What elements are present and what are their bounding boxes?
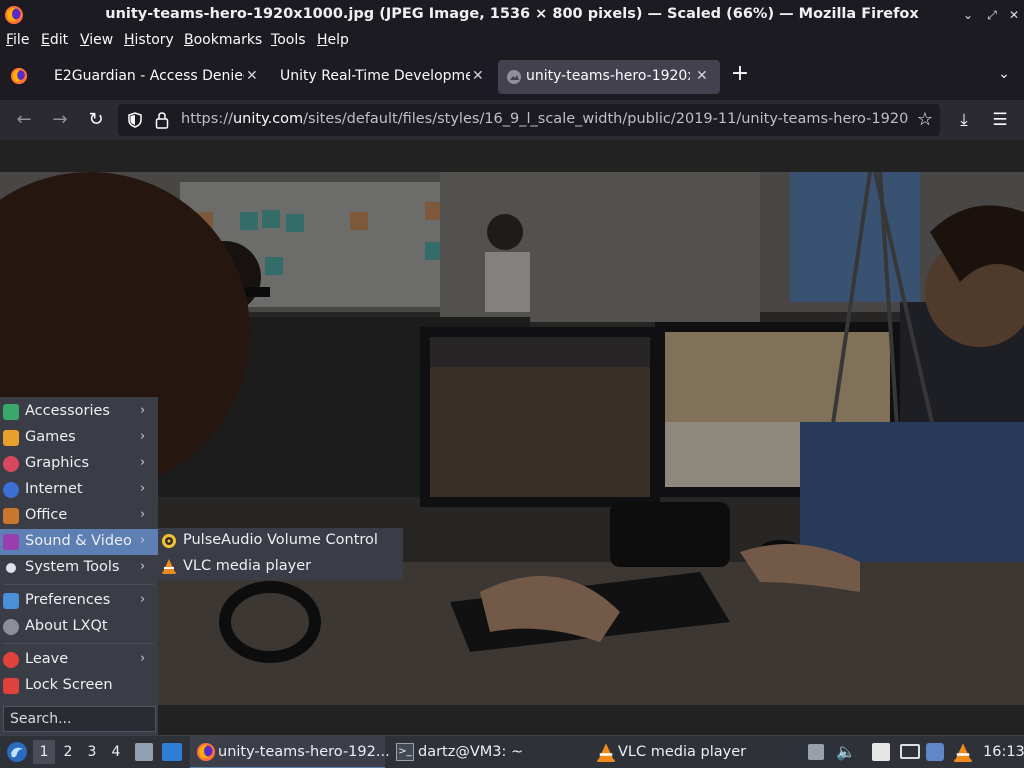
preferences-icon <box>3 593 19 609</box>
menu-item-accessories[interactable]: Accessories › <box>0 399 158 425</box>
menu-item-system-tools[interactable]: System Tools › <box>0 555 158 581</box>
system-tools-icon <box>6 563 16 573</box>
menu-search-box[interactable] <box>3 706 156 732</box>
internet-icon <box>3 482 19 498</box>
desktop-1-button[interactable]: 1 <box>33 740 55 764</box>
graphics-icon <box>3 456 19 472</box>
menu-item-about-lxqt[interactable]: About LXQt <box>0 614 158 640</box>
menu-help[interactable]: Help <box>317 32 349 48</box>
window-titlebar: unity-teams-hero-1920x1000.jpg (JPEG Ima… <box>0 0 1024 30</box>
menu-tools[interactable]: Tools <box>271 32 306 48</box>
vlc-icon <box>162 559 176 574</box>
chevron-right-icon: › <box>140 592 146 607</box>
firefox-view-icon[interactable] <box>10 67 28 85</box>
tab-e2guardian[interactable]: E2Guardian - Access Denied ✕ <box>44 60 266 94</box>
accessories-icon <box>3 404 19 420</box>
clipboard-icon[interactable] <box>872 743 890 761</box>
menu-item-games[interactable]: Games › <box>0 425 158 451</box>
close-icon[interactable]: ✕ <box>1006 7 1022 23</box>
tab-unity-platform[interactable]: Unity Real-Time Development Platform ✕ <box>268 60 494 94</box>
menu-item-pulseaudio[interactable]: PulseAudio Volume Control <box>158 528 403 554</box>
firefox-icon <box>197 743 215 761</box>
menu-search-input[interactable] <box>10 710 150 728</box>
office-icon <box>3 508 19 524</box>
display-icon[interactable] <box>900 744 920 759</box>
task-terminal[interactable]: >_ dartz@VM3: ~ <box>390 736 585 768</box>
about-icon <box>3 619 19 635</box>
window-title: unity-teams-hero-1920x1000.jpg (JPEG Ima… <box>105 6 919 22</box>
back-arrow-icon[interactable]: ← <box>12 108 36 132</box>
task-firefox[interactable]: unity-teams-hero-192... <box>190 736 390 768</box>
pulseaudio-icon <box>162 534 176 548</box>
chevron-right-icon: › <box>140 455 146 470</box>
games-icon <box>3 430 19 446</box>
chevron-right-icon: › <box>140 533 146 548</box>
keyboard-layout-icon[interactable] <box>808 744 824 760</box>
application-menu: Accessories › Games › Graphics › Interne… <box>0 397 158 735</box>
tab-close-icon[interactable]: ✕ <box>472 68 484 84</box>
volume-icon[interactable]: 🔈 <box>836 742 856 762</box>
lock-icon[interactable] <box>154 111 170 129</box>
chevron-right-icon: › <box>140 481 146 496</box>
image-icon <box>507 70 521 84</box>
menu-bookmarks[interactable]: Bookmarks <box>184 32 262 48</box>
leave-icon <box>3 652 19 668</box>
vlc-tray-icon[interactable] <box>953 742 973 762</box>
desktop-2-button[interactable]: 2 <box>57 740 79 764</box>
menu-item-leave[interactable]: Leave › <box>0 647 158 673</box>
file-manager-icon[interactable] <box>135 743 153 761</box>
chevron-right-icon: › <box>140 651 146 666</box>
minimize-icon[interactable]: ⌄ <box>960 7 976 23</box>
tab-close-icon[interactable]: ✕ <box>696 68 708 84</box>
bookmark-star-icon[interactable]: ☆ <box>913 108 937 132</box>
forward-arrow-icon[interactable]: → <box>48 108 72 132</box>
menu-view[interactable]: View <box>80 32 113 48</box>
chevron-right-icon: › <box>140 559 146 574</box>
desktop-3-button[interactable]: 3 <box>81 740 103 764</box>
new-tab-plus-icon[interactable]: + <box>728 62 752 86</box>
navigation-bar: ← → ↻ https://unity.com/sites/default/fi… <box>0 100 1024 140</box>
desktop-4-button[interactable]: 4 <box>105 740 127 764</box>
lxqt-start-icon[interactable] <box>6 741 28 763</box>
chevron-right-icon: › <box>140 429 146 444</box>
menu-item-internet[interactable]: Internet › <box>0 477 158 503</box>
menu-bar: File Edit View History Bookmarks Tools H… <box>0 30 1024 52</box>
chevron-right-icon: › <box>140 403 146 418</box>
tab-close-icon[interactable]: ✕ <box>246 68 258 84</box>
menu-edit[interactable]: Edit <box>41 32 68 48</box>
taskbar: 1 2 3 4 unity-teams-hero-192... >_ dartz… <box>0 735 1024 768</box>
menu-item-preferences[interactable]: Preferences › <box>0 588 158 614</box>
lock-screen-icon <box>3 678 19 694</box>
maximize-icon[interactable]: ⤢ <box>984 7 1000 23</box>
menu-item-vlc[interactable]: VLC media player <box>158 554 403 580</box>
tab-strip: E2Guardian - Access Denied ✕ Unity Real-… <box>0 56 1024 98</box>
menu-item-office[interactable]: Office › <box>0 503 158 529</box>
downloads-icon[interactable]: ⤓ <box>952 108 976 132</box>
notification-icon[interactable] <box>926 743 944 761</box>
tab-unity-teams-hero[interactable]: unity-teams-hero-1920x1000.jpg ✕ <box>498 60 720 94</box>
menu-separator <box>4 643 154 644</box>
tracking-shield-icon[interactable] <box>127 112 143 128</box>
menu-item-lock-screen[interactable]: Lock Screen <box>0 673 158 699</box>
task-vlc[interactable]: VLC media player <box>590 736 790 768</box>
chevron-right-icon: › <box>140 507 146 522</box>
menu-history[interactable]: History <box>124 32 174 48</box>
url-text[interactable]: https://unity.com/sites/default/files/st… <box>181 111 909 127</box>
sound-video-icon <box>3 534 19 550</box>
list-tabs-chevron-icon[interactable]: ⌄ <box>992 62 1016 86</box>
clock[interactable]: 16:13 <box>983 744 1024 760</box>
show-desktop-icon[interactable] <box>162 743 182 761</box>
url-bar[interactable]: https://unity.com/sites/default/files/st… <box>118 104 940 136</box>
menu-item-graphics[interactable]: Graphics › <box>0 451 158 477</box>
menu-item-sound-video[interactable]: Sound & Video › <box>0 529 158 555</box>
reload-icon[interactable]: ↻ <box>84 108 108 132</box>
sound-video-submenu: PulseAudio Volume Control VLC media play… <box>158 528 403 580</box>
terminal-icon: >_ <box>396 743 414 761</box>
menu-separator <box>4 584 154 585</box>
hamburger-menu-icon[interactable]: ☰ <box>988 108 1012 132</box>
vlc-icon <box>597 743 615 762</box>
menu-file[interactable]: File <box>6 32 29 48</box>
